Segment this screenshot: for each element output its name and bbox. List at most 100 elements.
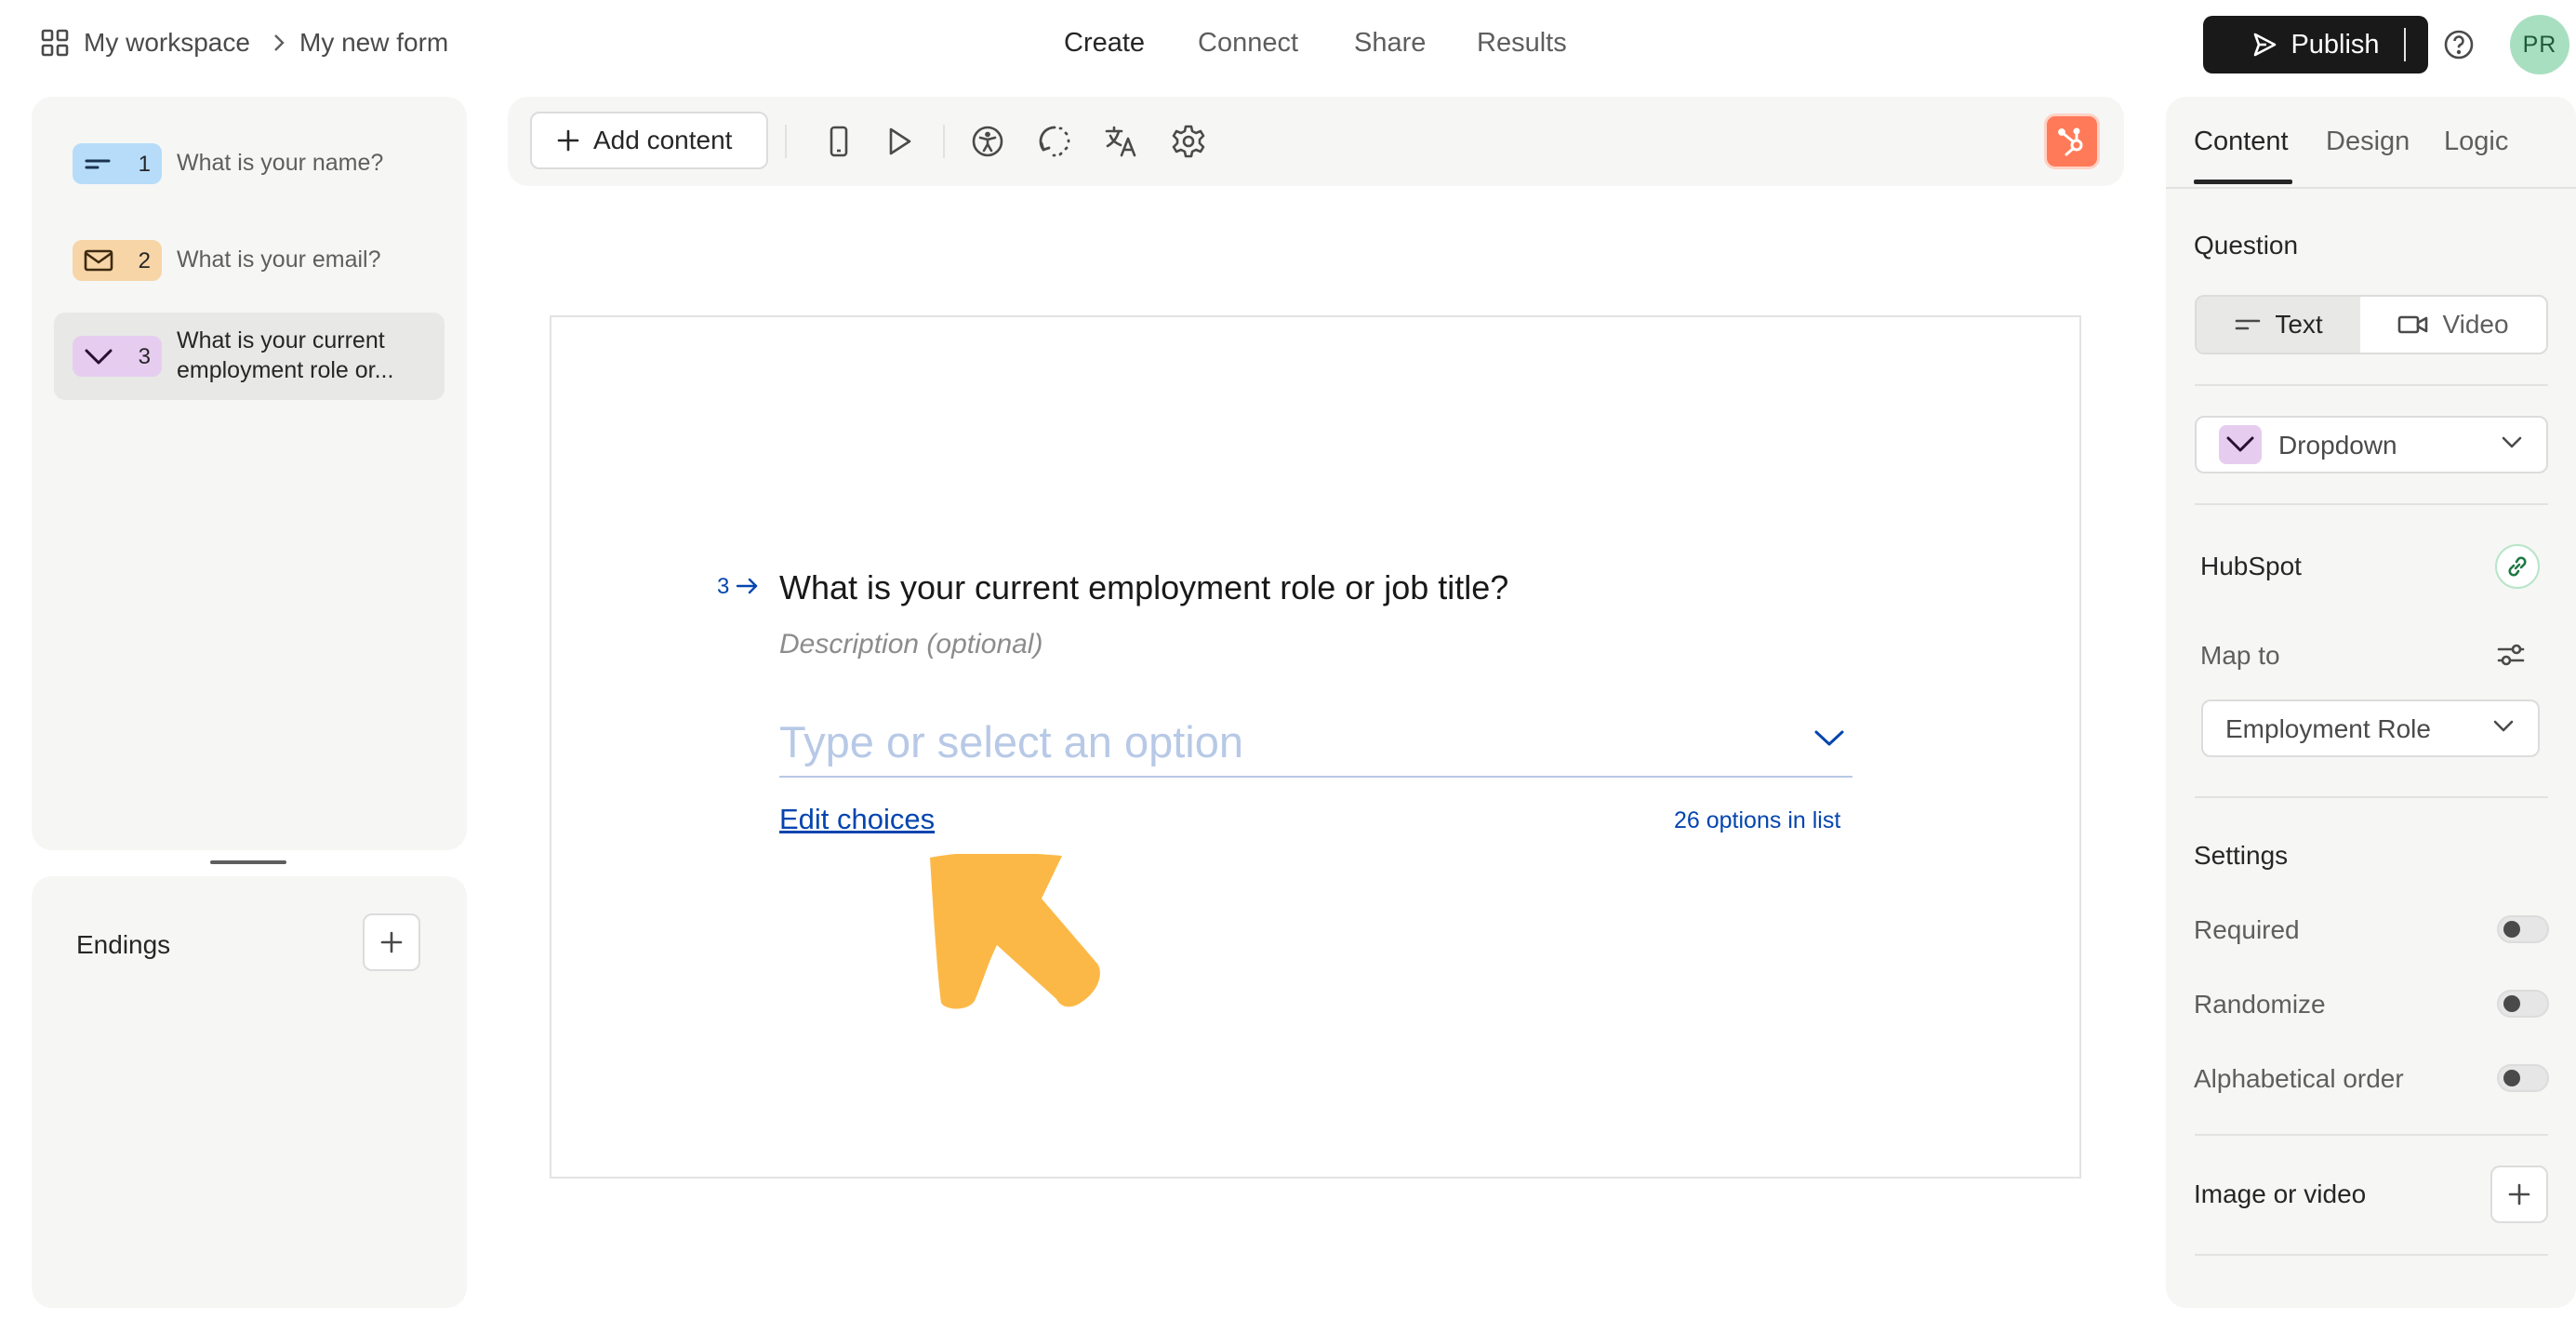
chevron-down-icon [84, 343, 113, 369]
randomize-toggle[interactable] [2497, 990, 2549, 1018]
question-type-badge [2219, 425, 2262, 464]
plus-icon [2507, 1182, 2531, 1206]
question-item-1[interactable]: 1 What is your name? [54, 119, 445, 207]
question-mode-toggle: Text Video [2195, 295, 2548, 354]
question-number: 2 [138, 248, 151, 273]
divider [2195, 503, 2548, 505]
question-description[interactable]: Description (optional) [779, 629, 1042, 660]
dropdown-input[interactable]: Type or select an option [779, 709, 1852, 778]
required-toggle[interactable] [2497, 915, 2549, 943]
divider [2195, 384, 2548, 386]
help-icon[interactable] [2443, 29, 2475, 60]
edit-choices-link[interactable]: Edit choices [779, 803, 935, 836]
endings-panel: Endings [32, 876, 467, 1308]
publish-button[interactable]: Publish [2203, 16, 2428, 73]
loading-spinner-icon[interactable] [1036, 123, 1073, 160]
breadcrumb-workspace[interactable]: My workspace [84, 28, 250, 58]
gear-icon[interactable] [1170, 123, 1207, 160]
editor-toolbar: Add content [508, 97, 2124, 186]
question-heading: Question [2194, 231, 2299, 260]
hubspot-button[interactable] [2044, 113, 2100, 169]
mode-video-label: Video [2442, 310, 2509, 339]
link-connected-icon[interactable] [2495, 544, 2540, 589]
tab-design[interactable]: Design [2326, 127, 2410, 157]
arrow-right-icon [736, 575, 760, 597]
add-content-button[interactable]: Add content [530, 112, 768, 169]
tab-connect[interactable]: Connect [1198, 28, 1298, 59]
question-type-badge: 2 [73, 240, 162, 281]
send-icon [2251, 32, 2277, 58]
map-to-label: Map to [2200, 641, 2280, 670]
chevron-down-icon [2502, 436, 2522, 449]
plus-icon [379, 930, 404, 954]
accessibility-icon[interactable] [969, 123, 1006, 160]
play-icon[interactable] [880, 123, 917, 160]
add-media-button[interactable] [2490, 1166, 2548, 1223]
mode-video-button[interactable]: Video [2360, 297, 2546, 353]
mobile-preview-icon[interactable] [820, 123, 857, 160]
mode-text-button[interactable]: Text [2197, 297, 2360, 353]
panel-resize-handle[interactable] [210, 860, 286, 864]
question-title[interactable]: What is your current employment role or … [779, 568, 1508, 607]
question-number-label: 3 [717, 574, 730, 599]
question-item-3[interactable]: 3 What is your current employment role o… [54, 313, 445, 400]
question-list-panel [32, 97, 467, 850]
tab-results[interactable]: Results [1477, 28, 1567, 59]
randomize-label: Randomize [2194, 990, 2326, 1019]
add-content-label: Add content [593, 126, 733, 154]
avatar[interactable]: PR [2510, 15, 2569, 74]
breadcrumb-form-name[interactable]: My new form [299, 28, 448, 58]
hubspot-heading: HubSpot [2200, 552, 2302, 580]
tab-share[interactable]: Share [1354, 28, 1426, 59]
chevron-down-icon[interactable] [1813, 727, 1845, 748]
tab-logic[interactable]: Logic [2444, 127, 2508, 157]
publish-label: Publish [2291, 29, 2380, 60]
short-text-icon [84, 151, 112, 177]
active-tab-indicator [2194, 180, 2292, 184]
question-type-badge: 1 [73, 143, 162, 184]
annotation-arrow-icon [921, 854, 1107, 1012]
chevron-down-icon [2493, 720, 2514, 733]
question-item-2[interactable]: 2 What is your email? [54, 216, 445, 303]
short-text-icon [2234, 315, 2262, 334]
settings-heading: Settings [2194, 841, 2289, 870]
question-number: 1 [138, 152, 151, 177]
divider [785, 125, 787, 158]
divider [2404, 28, 2406, 61]
divider [2195, 1254, 2548, 1256]
question-type-select[interactable]: Dropdown [2195, 416, 2548, 473]
hubspot-logo-icon [2056, 126, 2088, 157]
question-label: What is your name? [177, 150, 384, 176]
hubspot-field-select[interactable]: Employment Role [2201, 699, 2540, 757]
divider [2195, 1134, 2548, 1136]
image-or-video-heading: Image or video [2194, 1179, 2367, 1208]
tab-content[interactable]: Content [2194, 127, 2289, 157]
question-type-badge: 3 [73, 336, 162, 377]
divider [2166, 187, 2576, 189]
top-bar: My workspace My new form Create Connect … [0, 0, 2576, 89]
required-label: Required [2194, 915, 2300, 944]
options-count: 26 options in list [1674, 807, 1841, 833]
toggle-knob [2503, 995, 2520, 1012]
mode-text-label: Text [2275, 310, 2323, 339]
tab-create[interactable]: Create [1064, 28, 1145, 59]
endings-title: Endings [76, 930, 171, 959]
mail-icon [84, 247, 113, 273]
toggle-knob [2503, 921, 2520, 938]
hubspot-field-value: Employment Role [2225, 714, 2431, 743]
sliders-icon[interactable] [2496, 640, 2526, 670]
alphabetical-order-toggle[interactable] [2497, 1064, 2549, 1092]
alphabetical-order-label: Alphabetical order [2194, 1064, 2404, 1093]
apps-grid-icon[interactable] [41, 29, 69, 57]
divider [2195, 796, 2548, 798]
breadcrumb-chevron-icon [272, 33, 285, 52]
add-ending-button[interactable] [363, 913, 420, 971]
question-label: What is your email? [177, 246, 381, 273]
divider [943, 125, 945, 158]
dropdown-placeholder: Type or select an option [779, 717, 1244, 766]
plus-icon [556, 128, 580, 153]
question-label-line1: What is your current [177, 327, 385, 353]
video-camera-icon [2397, 313, 2429, 336]
translate-icon[interactable] [1103, 123, 1140, 160]
question-number: 3 [138, 344, 151, 369]
